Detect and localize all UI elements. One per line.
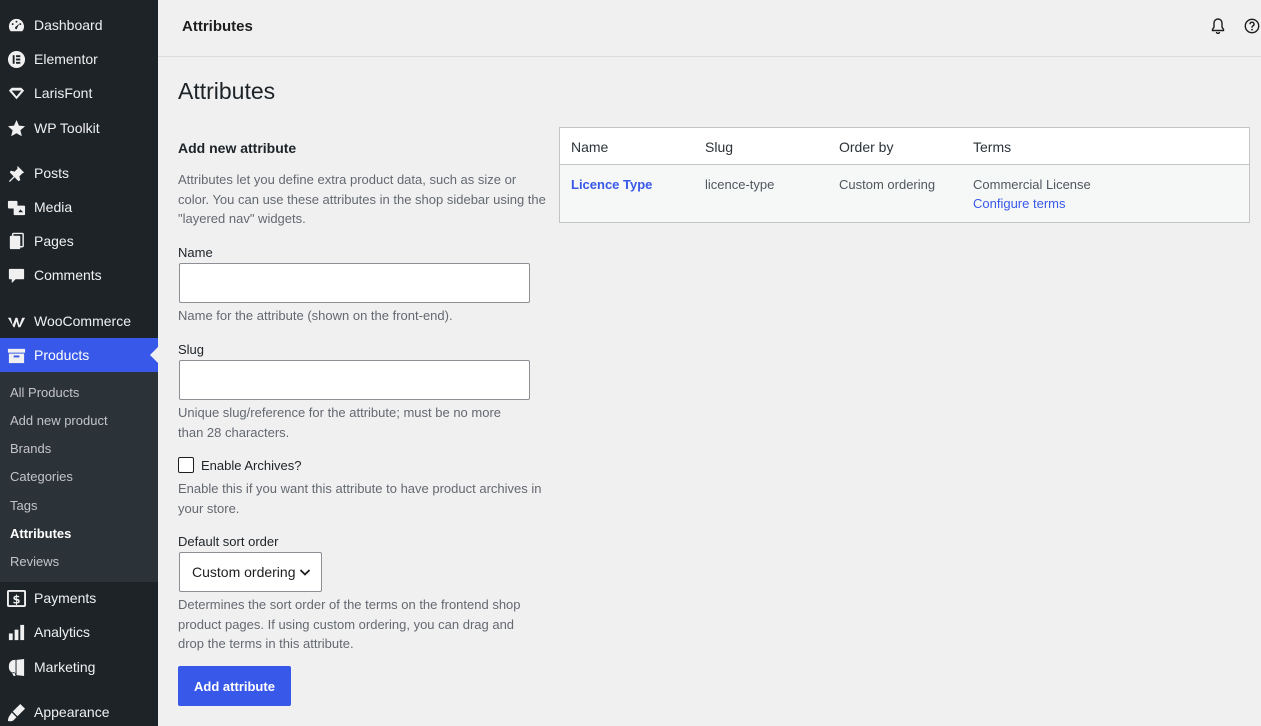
sidebar-item-label: Marketing [34,659,96,675]
column-header-order-by[interactable]: Order by [839,139,893,155]
column-header-terms[interactable]: Terms [973,139,1011,155]
woocommerce-icon [6,311,26,331]
attributes-table: Name Slug Order by Terms Licence Type li… [559,127,1250,223]
sidebar-item-products[interactable]: Products [0,338,158,372]
help-icon[interactable] [1244,18,1260,34]
sidebar-item-label: Posts [34,165,70,181]
archive-icon [6,345,26,365]
submenu-item-reviews[interactable]: Reviews [10,554,59,569]
sidebar-item-appearance[interactable]: Appearance [0,695,158,726]
sidebar-item-label: Elementor [34,51,98,67]
enable-archives-label: Enable Archives? [201,458,302,473]
add-attribute-button[interactable]: Add attribute [178,666,291,706]
table-row: Licence Type licence-type Custom orderin… [560,165,1249,222]
configure-terms-link[interactable]: Configure terms [973,196,1065,211]
sidebar-item-marketing[interactable]: Marketing [0,650,158,684]
sidebar-item-label: Media [34,199,73,215]
star-icon [6,118,26,138]
sidebar-item-label: WP Toolkit [34,120,100,136]
submenu-item-brands[interactable]: Brands [10,441,51,456]
dashboard-icon [6,15,26,35]
sidebar-item-media[interactable]: Media [0,190,158,224]
submenu-item-add-new-product[interactable]: Add new product [10,413,108,428]
enable-archives-checkbox[interactable] [178,457,194,473]
pages-icon [6,231,26,251]
archives-help: Enable this if you want this attribute t… [178,481,542,516]
name-help: Name for the attribute (shown on the fro… [178,308,453,323]
dollar-icon: $ [6,588,26,608]
comment-icon [6,265,26,285]
elementor-icon [6,49,26,69]
sidebar-item-woocommerce[interactable]: WooCommerce [0,304,158,338]
media-icon [6,197,26,217]
sidebar-item-analytics[interactable]: Analytics [0,615,158,649]
attribute-order-by: Custom ordering [839,177,936,192]
megaphone-icon [6,657,26,677]
bell-icon[interactable] [1211,18,1225,34]
sidebar-item-larisfont[interactable]: LarisFont [0,76,158,110]
sidebar-item-label: Comments [34,267,102,283]
bar-chart-icon [6,622,26,642]
sidebar-item-label: Pages [34,233,74,249]
products-submenu: All Products Add new product Brands Cate… [0,372,158,582]
sidebar-item-comments[interactable]: Comments [0,258,158,292]
sidebar-item-label: Products [34,347,90,363]
submenu-item-all-products[interactable]: All Products [10,385,79,400]
sidebar-item-elementor[interactable]: Elementor [0,42,158,76]
table-header: Name Slug Order by Terms [560,128,1249,165]
svg-text:$: $ [12,592,20,606]
sidebar-item-label: Analytics [34,624,91,640]
sidebar-item-label: Payments [34,590,97,606]
sidebar-item-label: LarisFont [34,85,93,101]
top-header: Attributes [158,0,1261,57]
slug-help: Unique slug/reference for the attribute;… [178,405,502,440]
sort-order-value: Custom ordering [192,564,296,580]
submenu-item-attributes[interactable]: Attributes [10,526,71,541]
attribute-slug: licence-type [705,177,775,192]
column-header-slug[interactable]: Slug [705,139,733,155]
sidebar-item-label: WooCommerce [34,313,131,329]
sidebar-item-pages[interactable]: Pages [0,224,158,258]
chevron-down-icon [299,569,311,576]
pin-icon [6,163,26,183]
diamond-icon [6,83,26,103]
header-title: Attributes [182,18,253,35]
form-heading: Add new attribute [178,140,297,156]
sort-order-label: Default sort order [178,534,279,549]
slug-input[interactable] [179,360,530,400]
name-input[interactable] [179,263,530,303]
sidebar-item-wp-toolkit[interactable]: WP Toolkit [0,111,158,145]
sidebar-item-dashboard[interactable]: Dashboard [0,8,158,42]
submenu-item-categories[interactable]: Categories [10,469,73,484]
form-intro: Attributes let you define extra product … [178,172,546,226]
sort-order-help: Determines the sort order of the terms o… [178,597,521,651]
brush-icon [6,702,26,722]
slug-label: Slug [178,342,205,357]
sidebar-item-label: Dashboard [34,17,103,33]
sort-order-select[interactable]: Custom ordering [179,552,322,592]
submenu-item-tags[interactable]: Tags [10,498,37,513]
column-header-name[interactable]: Name [571,139,608,155]
admin-sidebar: Dashboard Elementor LarisFont WP Toolkit… [0,0,158,726]
attribute-name-link[interactable]: Licence Type [571,177,652,192]
page-title: Attributes [178,78,276,104]
sidebar-item-posts[interactable]: Posts [0,156,158,190]
sidebar-item-payments[interactable]: $ Payments [0,581,158,615]
attribute-terms: Commercial License [973,177,1091,192]
sidebar-item-label: Appearance [34,704,110,720]
name-label: Name [178,245,213,260]
